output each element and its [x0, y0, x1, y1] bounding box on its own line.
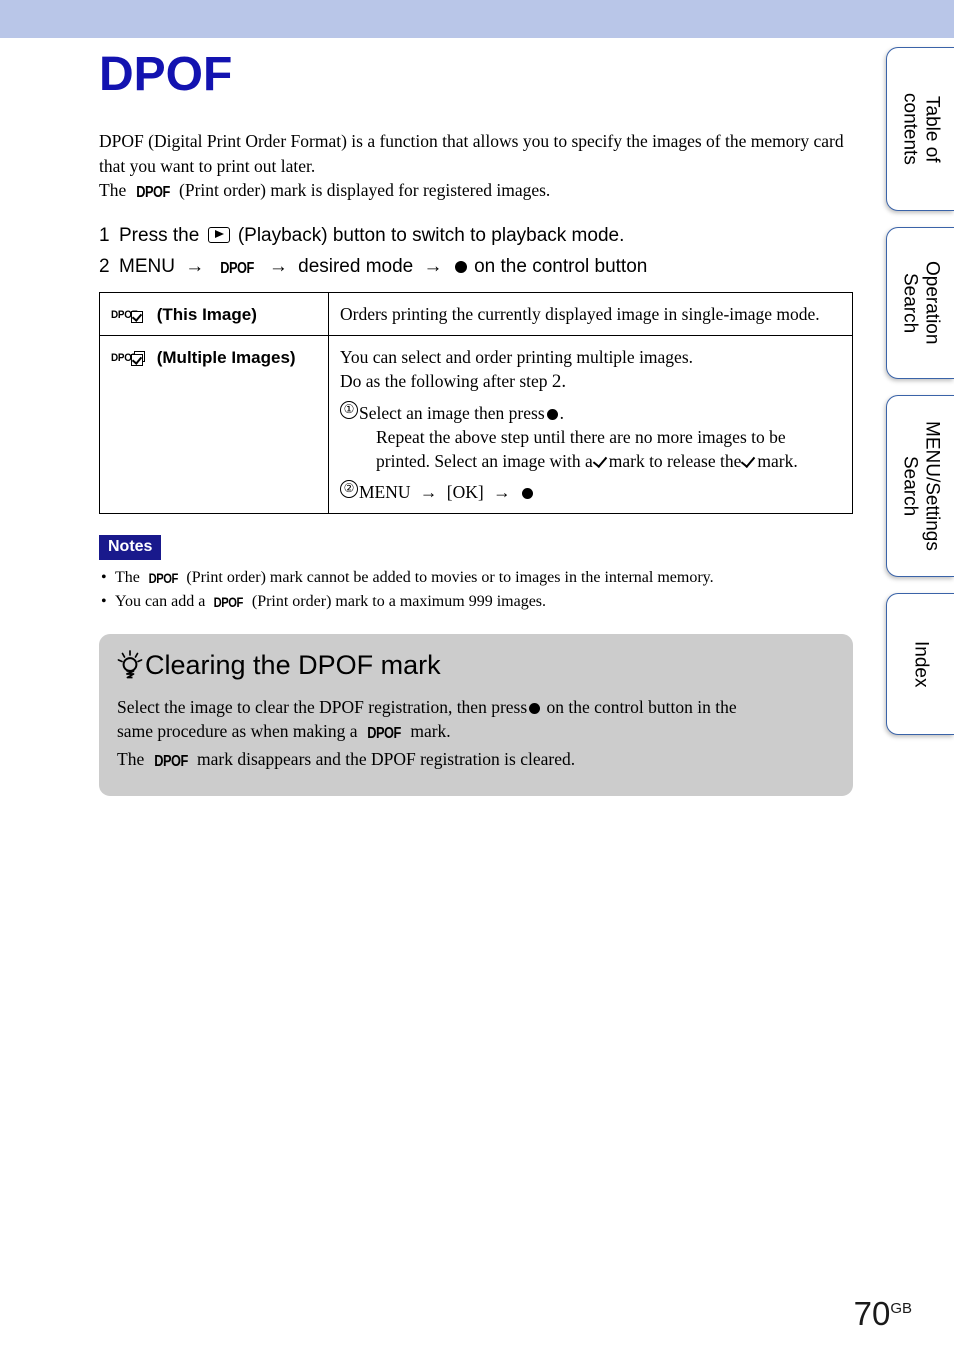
- dpof-logo-icon: DPOF: [214, 593, 244, 610]
- sub-step-2-menu-label: MENU: [359, 481, 411, 502]
- intro-line-3-before: The: [99, 180, 127, 200]
- continuation-line-2-c: mark.: [757, 450, 798, 471]
- intro-line-1: DPOF (Digital Print Order Format) is a f…: [99, 131, 747, 151]
- tip-box: Clearing the DPOF mark Select the image …: [99, 633, 853, 796]
- procedure-steps: 1 Press the (Playback) button to switch …: [99, 225, 854, 278]
- dpof-logo-icon: DPOF: [153, 752, 188, 770]
- table-cell-description-this-image: Orders printing the currently displayed …: [328, 291, 853, 336]
- page-number: 70GB: [854, 1295, 912, 1333]
- top-banner: [0, 0, 954, 38]
- dpof-logo-icon: DPOF: [135, 184, 170, 201]
- sub-step-2-ok-label: [OK]: [446, 481, 484, 502]
- step-2-mode-label: desired mode: [298, 255, 414, 277]
- control-button-center-icon: [454, 260, 467, 273]
- description-line-1: Orders printing the currently displayed …: [340, 303, 773, 324]
- dpof-logo-icon: DPOF: [367, 725, 401, 742]
- option-label-this-image: (This Image): [156, 304, 257, 324]
- option-label-multiple-images: (Multiple Images): [156, 347, 296, 367]
- tip-line-3-a: The: [117, 748, 145, 769]
- arrow-icon: →: [493, 481, 511, 502]
- control-button-center-icon: [529, 702, 541, 714]
- table-row: DPOF (This Image) Orders printing the cu…: [99, 291, 853, 336]
- tip-heading: Clearing the DPOF mark: [117, 650, 833, 681]
- control-button-center-icon: [521, 487, 533, 499]
- sub-step-1-text: Select an image then press: [359, 402, 545, 423]
- table-cell-option-this-image: DPOF (This Image): [99, 291, 329, 336]
- note-2-after: (Print order) mark to a maximum 999 imag…: [251, 592, 547, 610]
- step-2: 2 MENU → DPOF → desired mode → on the co…: [99, 256, 854, 278]
- step-1-number: 1: [99, 224, 110, 246]
- side-tab-label: MENU/Settings Search: [899, 421, 943, 551]
- note-2-before: You can add a: [115, 592, 206, 610]
- side-tab-navigation: Table of contents Operation Search MENU/…: [886, 47, 954, 751]
- table-cell-option-multiple-images: DPOF (Multiple Images): [99, 334, 329, 514]
- sidebar-item-table-of-contents[interactable]: Table of contents: [886, 47, 954, 211]
- table-row: DPOF (Multiple Images) You can select an…: [99, 334, 853, 514]
- notes-list: The DPOF (Print order) mark cannot be ad…: [99, 566, 854, 614]
- tip-line-1-b: on the control button in the: [546, 696, 737, 717]
- page-content: DPOF DPOF (Digital Print Order Format) i…: [99, 38, 854, 796]
- description-step-ref: 2.: [551, 370, 567, 392]
- step-2-control-label: on the control button: [474, 255, 648, 277]
- page-number-value: 70: [853, 1295, 891, 1332]
- step-2-menu-label: MENU: [119, 255, 175, 277]
- arrow-icon: →: [185, 255, 205, 277]
- step-1: 1 Press the (Playback) button to switch …: [99, 225, 854, 247]
- arrow-icon: →: [423, 255, 443, 277]
- intro-line-3-after: (Print order) mark is displayed for regi…: [179, 180, 551, 200]
- description-line-2-a: Do as the following after step: [340, 370, 548, 391]
- continuation-line-1: Repeat the above step until there are no…: [376, 426, 786, 447]
- sidebar-item-menu-settings-search[interactable]: MENU/Settings Search: [886, 395, 954, 577]
- continuation-line-2-b: mark to release the: [608, 450, 742, 471]
- step-2-number: 2: [99, 255, 110, 277]
- playback-icon: [207, 226, 230, 243]
- intro-paragraph: DPOF (Digital Print Order Format) is a f…: [99, 129, 844, 206]
- dpof-multiple-images-icon: DPOF: [111, 347, 149, 367]
- checkmark-icon: [593, 454, 609, 469]
- step-1-text-after: (Playback) button to switch to playback …: [237, 224, 625, 246]
- page-title: DPOF: [99, 48, 233, 101]
- tip-line-1-a: Select the image to clear the DPOF regis…: [117, 696, 528, 717]
- description-line-2: mode.: [776, 303, 820, 324]
- notes-badge: Notes: [99, 534, 162, 560]
- list-item: The DPOF (Print order) mark cannot be ad…: [99, 566, 854, 590]
- arrow-icon: →: [268, 255, 288, 277]
- description-line-1: You can select and order printing multip…: [340, 346, 694, 367]
- side-tab-label: Table of contents: [899, 93, 943, 165]
- side-tab-label: Index: [910, 640, 932, 688]
- dpof-this-image-icon: DPOF: [111, 304, 149, 324]
- checkmark-icon: [741, 454, 757, 469]
- tip-heading-text: Clearing the DPOF mark: [145, 649, 441, 680]
- sub-step-1-continuation: Repeat the above step until there are no…: [359, 425, 842, 473]
- circled-number-2: ②: [340, 479, 358, 498]
- side-tab-label: Operation Search: [899, 261, 943, 345]
- sidebar-item-operation-search[interactable]: Operation Search: [886, 227, 954, 379]
- note-1-after: (Print order) mark cannot be added to mo…: [186, 568, 714, 586]
- continuation-line-2-a: printed. Select an image with a: [376, 450, 593, 471]
- dpof-options-table: DPOF (This Image) Orders printing the cu…: [99, 291, 853, 514]
- table-cell-description-multiple-images: You can select and order printing multip…: [328, 334, 853, 514]
- note-1-before: The: [115, 568, 140, 586]
- tip-body: Select the image to clear the DPOF regis…: [117, 695, 833, 775]
- dpof-logo-icon: DPOF: [219, 259, 254, 277]
- sub-step-1-period: .: [559, 402, 565, 423]
- step-1-text-before: Press the: [119, 224, 200, 246]
- sub-step-1: ① Select an image then press. Repeat the…: [340, 400, 842, 473]
- tip-line-3-b: mark disappears and the DPOF registratio…: [197, 748, 576, 769]
- circled-number-1: ①: [340, 400, 358, 419]
- list-item: You can add a DPOF (Print order) mark to…: [99, 590, 854, 614]
- control-button-center-icon: [546, 408, 558, 420]
- lightbulb-icon: [117, 650, 143, 679]
- sub-step-2: ② MENU → [OK] →: [340, 479, 842, 504]
- tip-line-2-a: same procedure as when making a: [117, 721, 358, 741]
- tip-line-2-b: mark.: [410, 721, 451, 741]
- sidebar-item-index[interactable]: Index: [886, 593, 954, 735]
- arrow-icon: →: [419, 481, 438, 502]
- dpof-logo-icon: DPOF: [148, 569, 179, 586]
- page-number-suffix: GB: [890, 1300, 912, 1317]
